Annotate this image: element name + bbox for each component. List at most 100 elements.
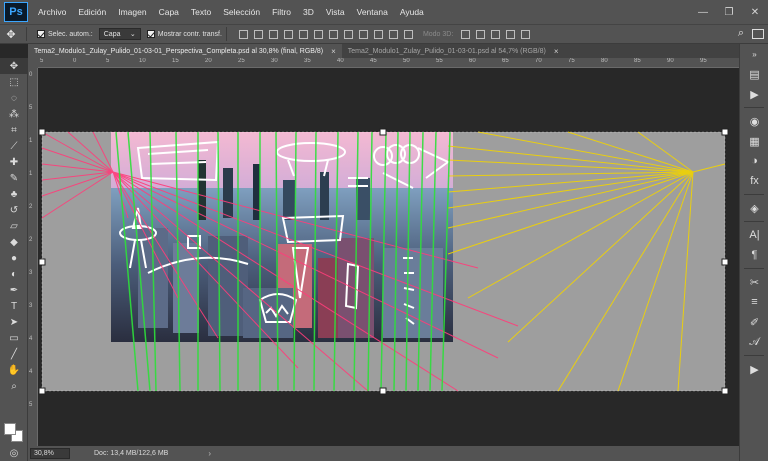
tool-presets-panel-icon[interactable]: ✂ bbox=[740, 272, 768, 292]
tab-label: Tema2_Modulo1_Zulay_Pulido_01-03-01.psd … bbox=[347, 47, 546, 55]
glyph-panel-icon[interactable]: 𝒜 bbox=[740, 332, 768, 352]
line-tool-icon[interactable]: ╱ bbox=[0, 346, 28, 362]
menu-3d[interactable]: 3D bbox=[297, 0, 320, 24]
color-panel-icon[interactable]: ◉ bbox=[740, 111, 768, 131]
menu-ayuda[interactable]: Ayuda bbox=[394, 0, 430, 24]
roll-3d-icon[interactable] bbox=[476, 29, 486, 39]
rectangle-tool-icon[interactable]: ▭ bbox=[0, 330, 28, 346]
paint-bucket-tool-icon[interactable]: ◆ bbox=[0, 234, 28, 250]
menu-texto[interactable]: Texto bbox=[185, 0, 217, 24]
photoshop-logo-icon: Ps bbox=[4, 2, 28, 22]
distribute-icon[interactable] bbox=[373, 29, 383, 39]
scale-3d-icon[interactable] bbox=[521, 29, 531, 39]
quick-mask-icon[interactable]: ◎ bbox=[0, 445, 28, 461]
canvas-workspace[interactable] bbox=[38, 68, 739, 446]
menu-vista[interactable]: Vista bbox=[320, 0, 351, 24]
zoom-level-field[interactable]: 30,8% bbox=[30, 448, 70, 459]
menu-capa[interactable]: Capa bbox=[153, 0, 185, 24]
distribute-icon[interactable] bbox=[388, 29, 398, 39]
ruler-tick-label: 1 bbox=[29, 171, 33, 177]
distribute-icon[interactable] bbox=[328, 29, 338, 39]
layer-select-dropdown[interactable]: Capa ⌄ bbox=[98, 28, 141, 40]
align-top-icon[interactable] bbox=[238, 29, 248, 39]
show-transform-checkbox[interactable] bbox=[146, 30, 155, 38]
search-icon[interactable]: ⌕ bbox=[738, 27, 744, 40]
properties-panel-icon[interactable]: ≡ bbox=[740, 292, 768, 312]
swatches-panel-icon[interactable]: ▦ bbox=[740, 131, 768, 151]
ruler-tick-label: 25 bbox=[238, 58, 245, 64]
align-right-icon[interactable] bbox=[313, 29, 323, 39]
status-bar: 30,8% Doc: 13,4 MB/122,6 MB › bbox=[28, 446, 739, 461]
move-tool-icon[interactable]: ✥ bbox=[0, 58, 28, 74]
ruler-tick-label: 45 bbox=[370, 58, 377, 64]
paragraph-panel-icon[interactable]: ¶ bbox=[740, 245, 768, 265]
marquee-tool-icon[interactable]: ⬚ bbox=[0, 74, 28, 90]
auto-select-checkbox[interactable] bbox=[37, 30, 45, 38]
tab-document-active[interactable]: Tema2_Modulo1_Zulay_Pulido_01-03-01_Pers… bbox=[28, 44, 342, 58]
zoom-tool-icon[interactable]: ⌕ bbox=[0, 378, 28, 394]
align-bottom-icon[interactable] bbox=[268, 29, 278, 39]
distribute-icon[interactable] bbox=[403, 29, 413, 39]
character-panel-icon[interactable]: A| bbox=[740, 225, 768, 245]
menu-edicion[interactable]: Edición bbox=[72, 0, 112, 24]
menu-ventana[interactable]: Ventana bbox=[351, 0, 394, 24]
ruler-tick-label: 50 bbox=[403, 58, 410, 64]
ruler-tick-label: 2 bbox=[29, 204, 33, 210]
brush-tool-icon[interactable]: ✎ bbox=[0, 170, 28, 186]
adjustments-panel-icon[interactable]: ◑ bbox=[740, 151, 768, 171]
status-menu-arrow-icon[interactable]: › bbox=[208, 449, 211, 458]
menu-seleccion[interactable]: Selección bbox=[217, 0, 266, 24]
styles-panel-icon[interactable]: fx bbox=[740, 171, 768, 191]
pan-3d-icon[interactable] bbox=[491, 29, 501, 39]
distribute-icon[interactable] bbox=[358, 29, 368, 39]
divider bbox=[744, 268, 764, 269]
clone-stamp-tool-icon[interactable]: ♣ bbox=[0, 186, 28, 202]
eraser-tool-icon[interactable]: ▱ bbox=[0, 218, 28, 234]
align-left-icon[interactable] bbox=[283, 29, 293, 39]
eyedropper-tool-icon[interactable]: ⟋ bbox=[0, 138, 28, 154]
lasso-tool-icon[interactable]: ◌ bbox=[0, 90, 28, 106]
healing-brush-tool-icon[interactable]: ✚ bbox=[0, 154, 28, 170]
divider bbox=[744, 194, 764, 195]
blur-tool-icon[interactable]: ● bbox=[0, 250, 28, 266]
timeline-panel-icon[interactable]: ▶ bbox=[740, 359, 768, 379]
workspace-icon[interactable] bbox=[752, 28, 764, 39]
move-tool-icon[interactable]: ✥ bbox=[0, 28, 22, 41]
document-tabs: Tema2_Modulo1_Zulay_Pulido_01-03-01_Pers… bbox=[28, 44, 739, 58]
type-tool-icon[interactable]: T bbox=[0, 298, 28, 314]
menu-filtro[interactable]: Filtro bbox=[266, 0, 297, 24]
color-swatches[interactable] bbox=[4, 423, 24, 443]
tab-document-inactive[interactable]: Tema2_Modulo1_Zulay_Pulido_01-03-01.psd … bbox=[342, 44, 565, 58]
minimize-button[interactable]: — bbox=[690, 0, 716, 24]
magic-wand-tool-icon[interactable]: ⁂ bbox=[0, 106, 28, 122]
slide-3d-icon[interactable] bbox=[506, 29, 516, 39]
collapse-panels-icon[interactable]: » bbox=[740, 44, 768, 64]
menu-imagen[interactable]: Imagen bbox=[112, 0, 152, 24]
pen-tool-icon[interactable]: ✒ bbox=[0, 282, 28, 298]
menu-archivo[interactable]: Archivo bbox=[32, 0, 72, 24]
distribute-icon[interactable] bbox=[343, 29, 353, 39]
close-window-button[interactable]: ✕ bbox=[742, 0, 768, 24]
dodge-tool-icon[interactable]: ◐ bbox=[0, 266, 28, 282]
history-brush-tool-icon[interactable]: ↺ bbox=[0, 202, 28, 218]
path-selection-tool-icon[interactable]: ➤ bbox=[0, 314, 28, 330]
ruler-tick-label: 0 bbox=[73, 58, 77, 64]
layers-panel-icon[interactable]: ◈ bbox=[740, 198, 768, 218]
brush-panel-icon[interactable]: ✐ bbox=[740, 312, 768, 332]
tab-label: Tema2_Modulo1_Zulay_Pulido_01-03-01_Pers… bbox=[34, 47, 324, 55]
history-panel-icon[interactable]: ▤ bbox=[740, 64, 768, 84]
actions-panel-icon[interactable]: ▶ bbox=[740, 84, 768, 104]
document-canvas[interactable] bbox=[38, 68, 739, 446]
rotate-3d-icon[interactable] bbox=[461, 29, 471, 39]
vertical-ruler[interactable]: 0 5 1 1 2 2 3 3 4 4 5 bbox=[28, 68, 38, 446]
crop-tool-icon[interactable]: ⌗ bbox=[0, 122, 28, 138]
close-icon[interactable]: × bbox=[331, 47, 336, 56]
horizontal-ruler[interactable]: 5 0 5 10 15 20 25 30 35 40 45 50 55 60 65 70 75 80 85 90 95 bbox=[38, 58, 739, 68]
align-middle-icon[interactable] bbox=[253, 29, 263, 39]
foreground-color-swatch[interactable] bbox=[4, 423, 16, 435]
hand-tool-icon[interactable]: ✋ bbox=[0, 362, 28, 378]
close-icon[interactable]: × bbox=[554, 47, 559, 56]
divider bbox=[744, 355, 764, 356]
align-center-icon[interactable] bbox=[298, 29, 308, 39]
restore-button[interactable]: ❐ bbox=[716, 0, 742, 24]
